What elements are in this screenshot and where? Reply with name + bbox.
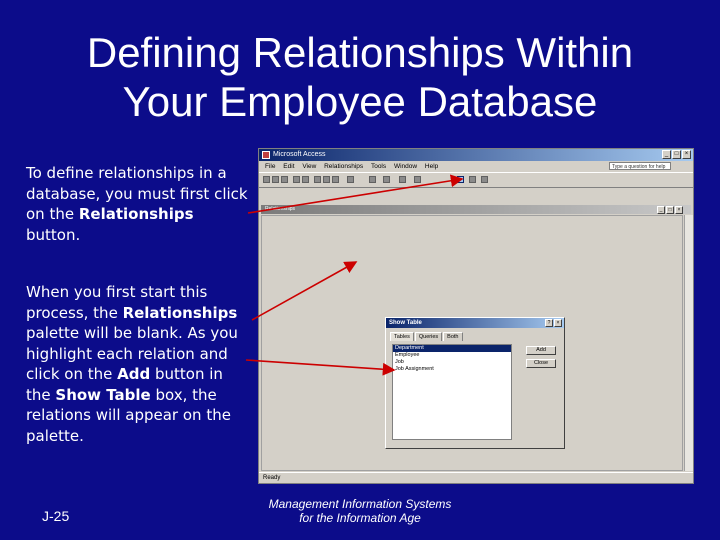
instruction-paragraph-2: When you first start this process, the R… (26, 282, 252, 446)
inner-restore-icon[interactable]: □ (666, 206, 674, 214)
properties-icon[interactable] (414, 176, 421, 183)
show-table-title: Show Table (386, 318, 564, 328)
menu-view[interactable]: View (302, 161, 316, 172)
new-object-icon[interactable] (469, 176, 476, 183)
copy-icon[interactable] (323, 176, 330, 183)
status-bar: Ready (259, 472, 693, 483)
relationships-title-bar: Relationships (261, 205, 691, 214)
close-button[interactable]: Close (526, 359, 556, 368)
new-icon[interactable] (263, 176, 270, 183)
window-controls: _ □ × (662, 150, 691, 159)
office-links-icon[interactable] (369, 176, 376, 183)
list-item[interactable]: Job Assignment (393, 366, 511, 373)
dialog-close-icon[interactable]: × (554, 319, 562, 327)
show-table-dialog: Show Table ? × Tables Queries Both Depar… (385, 317, 565, 449)
undo-icon[interactable] (347, 176, 354, 183)
menu-tools[interactable]: Tools (371, 161, 386, 172)
relationships-icon[interactable] (457, 176, 464, 183)
menu-file[interactable]: File (265, 161, 275, 172)
p2-bold-add: Add (117, 365, 151, 383)
p2-bold-relationships: Relationships (122, 303, 238, 322)
list-item[interactable]: Job (393, 359, 511, 366)
tab-both[interactable]: Both (443, 332, 463, 341)
code-icon[interactable] (399, 176, 406, 183)
list-item[interactable]: Employee (393, 352, 511, 359)
footer-line-2: for the Information Age (299, 511, 421, 525)
inner-close-icon[interactable]: × (675, 206, 683, 214)
dialog-help-icon[interactable]: ? (545, 319, 553, 327)
menu-help[interactable]: Help (425, 161, 438, 172)
dialog-tabs: Tables Queries Both (390, 332, 464, 341)
tab-tables[interactable]: Tables (390, 332, 414, 341)
instruction-paragraph-1: To define relationships in a database, y… (26, 163, 252, 245)
title-line-2: Your Employee Database (122, 78, 598, 125)
access-title-bar: Microsoft Access _ □ × (259, 149, 693, 161)
maximize-icon[interactable]: □ (672, 150, 681, 159)
dialog-controls: ? × (545, 319, 562, 327)
vertical-scrollbar[interactable] (684, 215, 693, 471)
list-item[interactable]: Department (393, 345, 511, 352)
slide-title: Defining Relationships Within Your Emplo… (0, 28, 720, 126)
access-title: Microsoft Access (273, 151, 326, 158)
tab-queries[interactable]: Queries (414, 332, 443, 341)
p1-bold-relationships: Relationships (78, 205, 194, 223)
help-search-input[interactable]: Type a question for help (609, 162, 671, 170)
toolbar (259, 172, 693, 188)
table-list: Department Employee Job Job Assignment (392, 344, 512, 440)
footer-line-1: Management Information Systems (268, 497, 452, 511)
inner-minimize-icon[interactable]: _ (657, 206, 665, 214)
slide-number: J-25 (42, 508, 70, 524)
preview-icon[interactable] (302, 176, 309, 183)
p1-text-b: button. (26, 225, 81, 244)
menu-window[interactable]: Window (394, 161, 417, 172)
relationships-window-controls: _ □ × (657, 206, 683, 214)
title-line-1: Defining Relationships Within (86, 29, 634, 76)
add-button[interactable]: Add (526, 346, 556, 355)
access-window-screenshot: Microsoft Access _ □ × File Edit View Re… (258, 148, 694, 484)
paste-icon[interactable] (332, 176, 339, 183)
open-icon[interactable] (272, 176, 279, 183)
help-icon[interactable] (481, 176, 488, 183)
p2-bold-show-table: Show Table (55, 385, 151, 404)
close-icon[interactable]: × (682, 150, 691, 159)
minimize-icon[interactable]: _ (662, 150, 671, 159)
menu-edit[interactable]: Edit (283, 161, 294, 172)
print-icon[interactable] (293, 176, 300, 183)
footer-caption: Management Information Systems for the I… (250, 497, 470, 525)
cut-icon[interactable] (314, 176, 321, 183)
access-app-icon (262, 151, 270, 159)
save-icon[interactable] (281, 176, 288, 183)
analyze-icon[interactable] (383, 176, 390, 183)
menu-relationships[interactable]: Relationships (324, 161, 363, 172)
